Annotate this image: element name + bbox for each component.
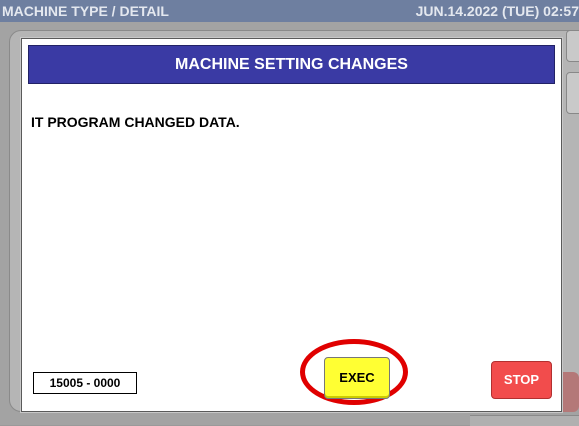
machine-setting-dialog: MACHINE SETTING CHANGES IT PROGRAM CHANG…	[21, 38, 562, 412]
background-tab	[566, 30, 579, 62]
error-code: 15005 - 0000	[33, 372, 137, 394]
background-tab	[566, 72, 579, 114]
date-time: JUN.14.2022 (TUE) 02:57	[415, 3, 579, 19]
background-strip	[470, 415, 579, 426]
dialog-title: MACHINE SETTING CHANGES	[28, 45, 555, 84]
exec-button[interactable]: EXEC	[324, 357, 390, 399]
stop-button[interactable]: STOP	[491, 361, 552, 399]
screen-title: MACHINE TYPE / DETAIL	[2, 3, 169, 19]
title-bar: MACHINE TYPE / DETAIL JUN.14.2022 (TUE) …	[0, 0, 579, 22]
dialog-message: IT PROGRAM CHANGED DATA.	[31, 114, 240, 130]
